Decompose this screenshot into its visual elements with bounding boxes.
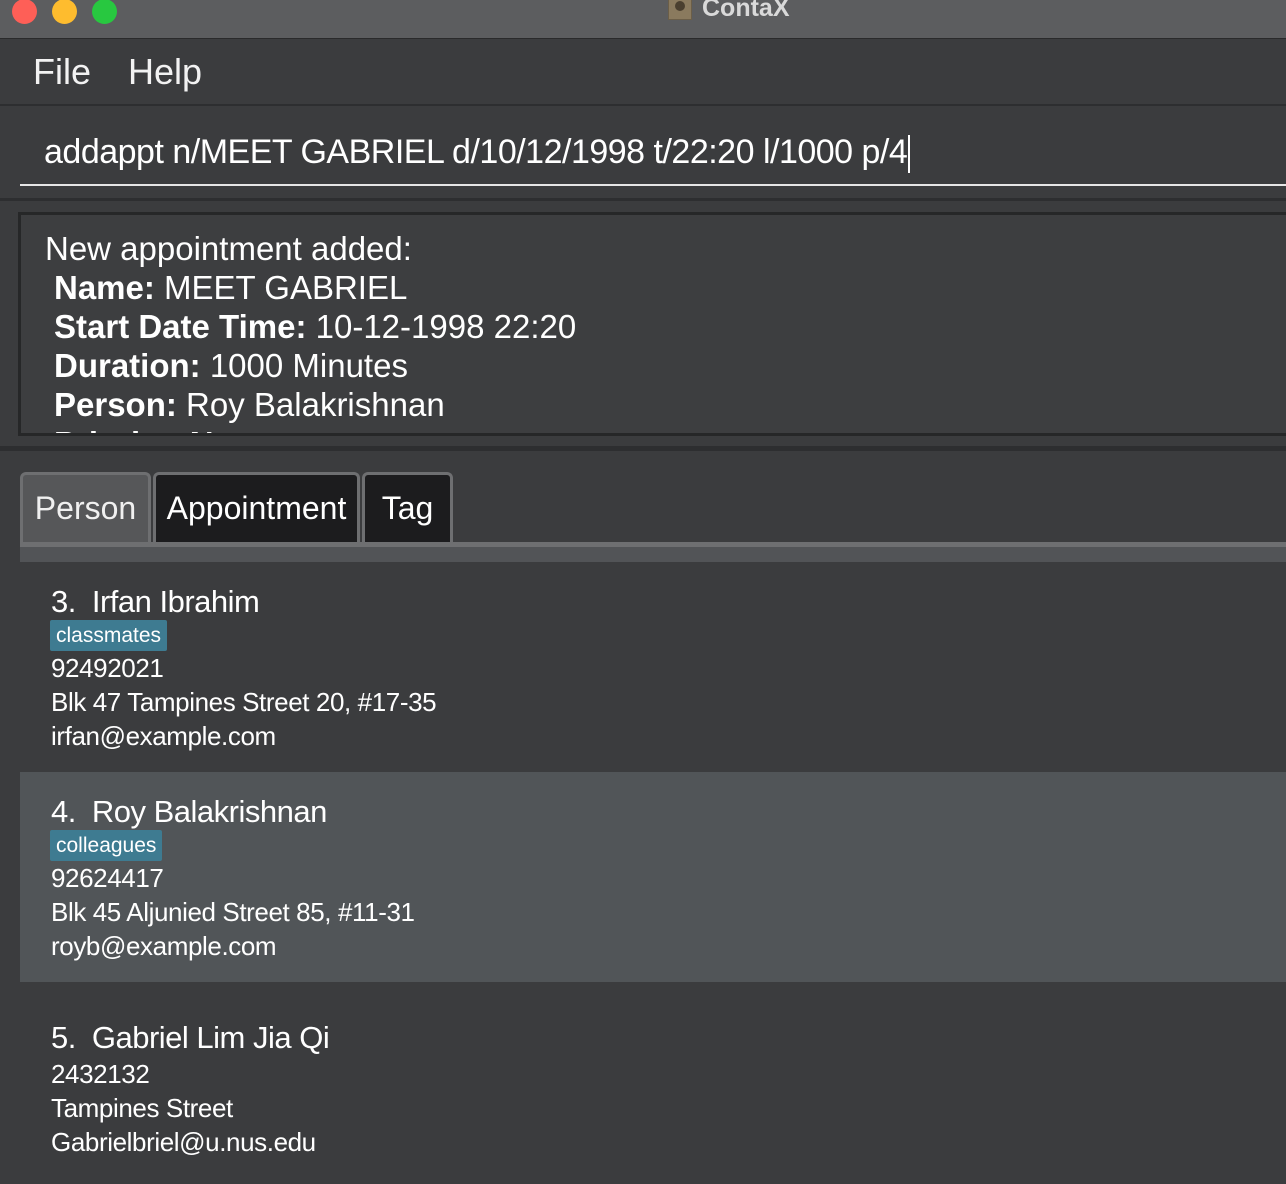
title-bar: ContaX [0, 0, 1286, 39]
person-card[interactable]: 3. Irfan Ibrahim classmates 92492021 Blk … [20, 562, 1286, 772]
person-card-selected[interactable]: 4. Roy Balakrishnan colleagues 92624417 B… [20, 772, 1286, 982]
window-title: ContaX [702, 0, 790, 22]
person-name: Roy Balakrishnan [91, 794, 327, 829]
person-name-line: 5. Gabriel Lim Jia Qi [51, 1020, 330, 1056]
person-name: Irfan Ibrahim [91, 584, 260, 619]
person-email: irfan@example.com [51, 721, 276, 751]
person-phone: 92624417 [51, 863, 164, 893]
window-title-group: ContaX [668, 0, 790, 24]
result-heading: New appointment added: [45, 230, 412, 267]
result-name-line: Name: MEET GABRIEL [45, 268, 1286, 307]
result-name-label: Name: [54, 269, 155, 306]
result-person-value: Roy Balakrishnan [176, 386, 445, 423]
result-person-line: Person: Roy Balakrishnan [45, 385, 1286, 424]
person-name-line: 4. Roy Balakrishnan [51, 794, 327, 830]
tag-badge: colleagues [50, 830, 163, 861]
result-start-line: Start Date Time: 10-12-1998 22:20 [45, 307, 1286, 346]
command-area: addappt n/MEET GABRIEL d/10/12/1998 t/22… [0, 106, 1286, 201]
result-start-value: 10-12-1998 22:20 [306, 308, 577, 345]
zoom-window-button[interactable] [92, 0, 117, 24]
person-index: 3. [51, 584, 76, 619]
result-duration-label: Duration: [54, 347, 201, 384]
person-phone: 2432132 [51, 1059, 150, 1089]
person-phone: 92492021 [51, 653, 164, 683]
list-top-strip [20, 547, 1286, 562]
person-address: Tampines Street [51, 1093, 233, 1123]
window-bottom-edge [0, 1170, 1286, 1184]
person-name: Gabriel Lim Jia Qi [91, 1020, 330, 1055]
result-priority-partial: Priority: N [54, 425, 214, 433]
command-text: addappt n/MEET GABRIEL d/10/12/1998 t/22… [44, 133, 908, 171]
tab-appointment[interactable]: Appointment [153, 472, 360, 544]
result-priority-line: Priority: N [45, 424, 1286, 433]
person-address: Blk 45 Aljunied Street 85, #11-31 [51, 897, 415, 927]
person-index: 5. [51, 1020, 76, 1055]
person-index: 4. [51, 794, 76, 829]
person-address: Blk 47 Tampines Street 20, #17-35 [51, 687, 437, 717]
close-window-button[interactable] [12, 0, 37, 24]
result-start-label: Start Date Time: [54, 308, 307, 345]
menu-bar: File Help [0, 39, 1286, 106]
section-divider [0, 446, 1286, 451]
result-duration-value: 1000 Minutes [200, 347, 408, 384]
person-list[interactable]: 3. Irfan Ibrahim classmates 92492021 Blk … [20, 547, 1286, 1170]
minimize-window-button[interactable] [52, 0, 77, 24]
result-name-value: MEET GABRIEL [154, 269, 408, 306]
result-duration-line: Duration: 1000 Minutes [45, 346, 1286, 385]
person-email: Gabrielbriel@u.nus.edu [51, 1127, 316, 1157]
person-card[interactable]: 5. Gabriel Lim Jia Qi 2432132 Tampines St… [20, 982, 1286, 1170]
tag-badge: classmates [50, 620, 168, 651]
person-email: royb@example.com [51, 931, 277, 961]
tab-person[interactable]: Person [20, 472, 151, 544]
menu-help[interactable]: Help [128, 51, 202, 93]
menu-file[interactable]: File [33, 51, 91, 93]
text-caret [908, 135, 911, 174]
list-left-margin [0, 547, 20, 1170]
contacts-app-icon [668, 0, 692, 20]
command-input[interactable]: addappt n/MEET GABRIEL d/10/12/1998 t/22… [20, 128, 1286, 186]
result-person-label: Person: [54, 386, 177, 423]
result-display[interactable]: New appointment added: Name: MEET GABRIE… [18, 212, 1286, 436]
person-name-line: 3. Irfan Ibrahim [51, 584, 260, 620]
tab-tag[interactable]: Tag [362, 472, 453, 544]
